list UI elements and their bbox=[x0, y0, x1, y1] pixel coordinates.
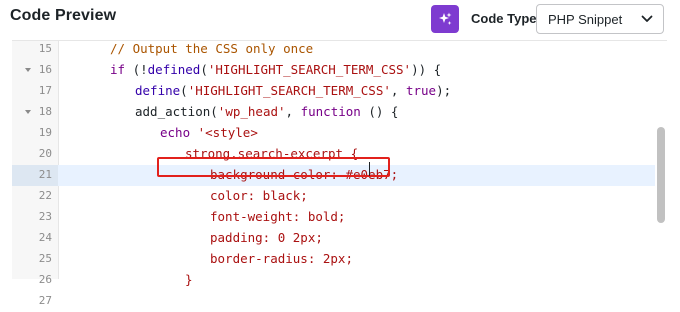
page-title: Code Preview bbox=[10, 7, 117, 24]
gutter-cell: 15 bbox=[12, 39, 58, 60]
code-line[interactable]: 15 // Output the CSS only once bbox=[12, 39, 655, 60]
line-number: 26 bbox=[38, 273, 52, 286]
code-token: )) { bbox=[411, 62, 442, 77]
code-editor[interactable]: 15// Output the CSS only once 16 if (!defi… bbox=[12, 39, 667, 307]
code-token: add_action( bbox=[135, 104, 218, 119]
code-line[interactable]: 24 padding: 0 2px; bbox=[12, 228, 655, 249]
line-number: 23 bbox=[38, 210, 52, 223]
code-token: define bbox=[135, 83, 181, 98]
code-token: () { bbox=[360, 104, 399, 119]
line-number: 22 bbox=[38, 189, 52, 202]
line-number: 18 bbox=[38, 105, 52, 118]
scrollbar-thumb[interactable] bbox=[657, 127, 665, 223]
code-preview-header: Code Preview Code Type PHP Snippet bbox=[0, 0, 680, 40]
code-token: ( bbox=[200, 62, 208, 77]
code-token: , bbox=[390, 83, 406, 98]
code-token: font-weight: bold; bbox=[210, 209, 346, 224]
fold-arrow-icon[interactable] bbox=[25, 68, 31, 72]
gutter-cell: 18 bbox=[12, 102, 58, 123]
code-text: echo '<style> bbox=[160, 125, 258, 140]
code-token: (! bbox=[125, 62, 148, 77]
code-token: padding: 0 2px; bbox=[210, 230, 323, 245]
line-number: 24 bbox=[38, 231, 52, 244]
line-number: 19 bbox=[38, 126, 52, 139]
code-text: font-weight: bold; bbox=[210, 209, 345, 224]
code-text: // Output the CSS only once bbox=[110, 41, 313, 56]
code-token: color: black; bbox=[210, 188, 308, 203]
line-number: 21 bbox=[38, 168, 52, 181]
code-token: } bbox=[185, 272, 193, 287]
code-token: border-radius: 2px; bbox=[210, 251, 353, 266]
code-token: defined bbox=[147, 62, 201, 77]
code-line[interactable]: 22 color: black; bbox=[12, 186, 655, 207]
line-number: 27 bbox=[38, 294, 52, 307]
code-text: } bbox=[185, 272, 193, 287]
ai-generate-button[interactable] bbox=[431, 5, 459, 33]
code-line[interactable]: 25 border-radius: 2px; bbox=[12, 249, 655, 270]
code-text: border-radius: 2px; bbox=[210, 251, 353, 266]
code-line[interactable]: 17 define('HIGHLIGHT_SEARCH_TERM_CSS', tr… bbox=[12, 81, 655, 102]
code-token: ( bbox=[180, 83, 188, 98]
code-token: echo bbox=[160, 125, 191, 140]
code-token: if bbox=[110, 62, 126, 77]
chevron-down-icon bbox=[641, 15, 653, 22]
code-token: function bbox=[300, 104, 361, 119]
line-number: 25 bbox=[38, 252, 52, 265]
code-type-value: PHP Snippet bbox=[548, 12, 623, 27]
code-line[interactable]: 18 add_action('wp_head', function () { bbox=[12, 102, 655, 123]
sparkles-icon bbox=[439, 12, 452, 25]
gutter-cell: 16 bbox=[12, 60, 58, 81]
code-text: if (!defined('HIGHLIGHT_SEARCH_TERM_CSS'… bbox=[110, 62, 441, 77]
code-line[interactable]: 27 bbox=[12, 291, 655, 312]
code-line[interactable]: 26} bbox=[12, 270, 655, 291]
highlight-annotation-box bbox=[157, 157, 390, 177]
gutter-cell: 26 bbox=[12, 270, 58, 291]
code-token: '<style> bbox=[190, 125, 258, 140]
code-token: ); bbox=[436, 83, 452, 98]
code-line[interactable]: 16 if (!defined('HIGHLIGHT_SEARCH_TERM_CS… bbox=[12, 60, 655, 81]
line-number: 15 bbox=[38, 42, 52, 55]
line-number: 17 bbox=[38, 84, 52, 97]
gutter-cell: 22 bbox=[12, 186, 58, 207]
gutter-cell: 20 bbox=[12, 144, 58, 165]
gutter-cell: 19 bbox=[12, 123, 58, 144]
editor-scrollbar[interactable] bbox=[655, 41, 667, 280]
code-token: true bbox=[405, 83, 437, 98]
code-type-select[interactable]: PHP Snippet bbox=[536, 4, 664, 34]
code-line[interactable]: 23 font-weight: bold; bbox=[12, 207, 655, 228]
code-text: add_action('wp_head', function () { bbox=[135, 104, 398, 119]
line-number: 16 bbox=[38, 63, 52, 76]
gutter-cell: 25 bbox=[12, 249, 58, 270]
code-line[interactable]: 19 echo '<style> bbox=[12, 123, 655, 144]
gutter-cell: 21 bbox=[12, 165, 58, 186]
code-type-label: Code Type bbox=[471, 11, 537, 26]
code-token: 'wp_head' bbox=[217, 104, 286, 119]
text-cursor bbox=[369, 162, 370, 176]
gutter-cell: 24 bbox=[12, 228, 58, 249]
code-token: , bbox=[285, 104, 301, 119]
code-text: define('HIGHLIGHT_SEARCH_TERM_CSS', true… bbox=[135, 83, 451, 98]
gutter-cell: 23 bbox=[12, 207, 58, 228]
fold-arrow-icon[interactable] bbox=[25, 110, 31, 114]
gutter-cell: 27 bbox=[12, 291, 58, 312]
gutter-cell: 17 bbox=[12, 81, 58, 102]
code-token: 'HIGHLIGHT_SEARCH_TERM_CSS' bbox=[187, 83, 391, 98]
code-token: // Output the CSS only once bbox=[110, 41, 314, 56]
code-token: 'HIGHLIGHT_SEARCH_TERM_CSS' bbox=[207, 62, 412, 77]
code-text: padding: 0 2px; bbox=[210, 230, 323, 245]
code-text: color: black; bbox=[210, 188, 308, 203]
line-number: 20 bbox=[38, 147, 52, 160]
